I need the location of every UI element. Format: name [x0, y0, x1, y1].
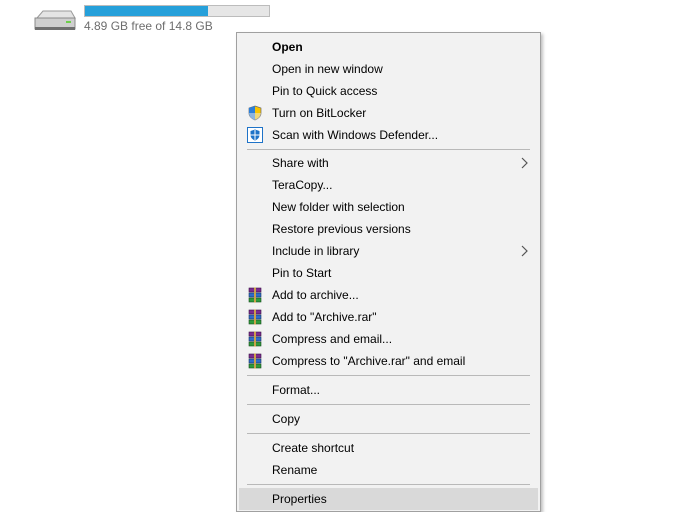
menu-item-create-shortcut[interactable]: Create shortcut [239, 437, 538, 459]
menu-item-label: Pin to Start [272, 266, 332, 280]
drive-free-space: 4.89 GB free of 14.8 GB [84, 19, 213, 33]
menu-item-add-archive-rar[interactable]: Add to "Archive.rar" [239, 306, 538, 328]
menu-item-teracopy[interactable]: TeraCopy... [239, 174, 538, 196]
menu-item-format[interactable]: Format... [239, 379, 538, 401]
menu-item-label: Properties [272, 492, 327, 506]
drive-usage-fill [85, 6, 209, 16]
menu-item-share-with[interactable]: Share with [239, 152, 538, 174]
context-menu: Open Open in new window Pin to Quick acc… [236, 32, 541, 512]
menu-item-label: Share with [272, 156, 329, 170]
drive-usage-bar [84, 5, 270, 17]
menu-item-compress-rar-email[interactable]: Compress to "Archive.rar" and email [239, 350, 538, 372]
submenu-chevron-icon [521, 245, 528, 257]
hard-drive-icon [34, 10, 76, 30]
menu-separator [247, 149, 530, 150]
winrar-icon [248, 331, 262, 347]
menu-item-pin-quick-access[interactable]: Pin to Quick access [239, 80, 538, 102]
menu-item-label: Compress to "Archive.rar" and email [272, 354, 466, 368]
winrar-icon [248, 287, 262, 303]
menu-item-label: Compress and email... [272, 332, 393, 346]
menu-item-label: Pin to Quick access [272, 84, 378, 98]
menu-separator [247, 433, 530, 434]
menu-item-label: Turn on BitLocker [272, 106, 367, 120]
menu-item-label: New folder with selection [272, 200, 405, 214]
menu-item-add-archive[interactable]: Add to archive... [239, 284, 538, 306]
menu-item-label: Create shortcut [272, 441, 355, 455]
menu-item-open-new-window[interactable]: Open in new window [239, 58, 538, 80]
menu-item-label: Scan with Windows Defender... [272, 128, 439, 142]
menu-item-properties[interactable]: Properties [239, 488, 538, 510]
bitlocker-shield-icon [248, 105, 262, 121]
windows-defender-icon [247, 127, 263, 143]
menu-item-label: Format... [272, 383, 321, 397]
menu-item-pin-start[interactable]: Pin to Start [239, 262, 538, 284]
menu-item-label: Add to archive... [272, 288, 359, 302]
menu-separator [247, 404, 530, 405]
menu-item-label: Include in library [272, 244, 360, 258]
menu-item-open[interactable]: Open [239, 36, 538, 58]
menu-item-scan-defender[interactable]: Scan with Windows Defender... [239, 124, 538, 146]
menu-item-bitlocker[interactable]: Turn on BitLocker [239, 102, 538, 124]
menu-item-new-folder-selection[interactable]: New folder with selection [239, 196, 538, 218]
menu-item-label: Open [272, 40, 303, 54]
menu-item-label: Copy [272, 412, 301, 426]
winrar-icon [248, 353, 262, 369]
menu-separator [247, 375, 530, 376]
menu-item-label: Restore previous versions [272, 222, 411, 236]
menu-separator [247, 484, 530, 485]
submenu-chevron-icon [521, 157, 528, 169]
menu-item-restore-versions[interactable]: Restore previous versions [239, 218, 538, 240]
menu-item-rename[interactable]: Rename [239, 459, 538, 481]
menu-item-label: Rename [272, 463, 318, 477]
winrar-icon [248, 309, 262, 325]
menu-item-label: TeraCopy... [272, 178, 333, 192]
menu-item-compress-email[interactable]: Compress and email... [239, 328, 538, 350]
menu-item-label: Add to "Archive.rar" [272, 310, 377, 324]
menu-item-label: Open in new window [272, 62, 383, 76]
menu-item-copy[interactable]: Copy [239, 408, 538, 430]
menu-item-include-library[interactable]: Include in library [239, 240, 538, 262]
